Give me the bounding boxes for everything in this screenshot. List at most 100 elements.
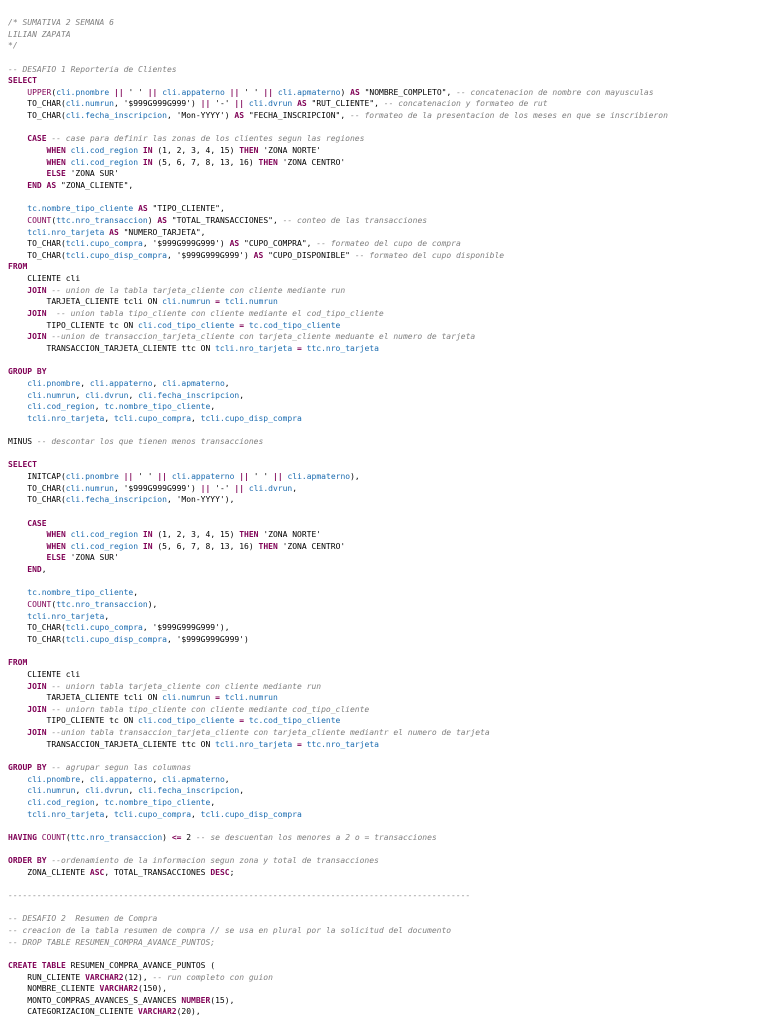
code-token: cli.fecha_inscripcion <box>138 786 240 796</box>
code-token: cli.pnombre <box>56 87 110 97</box>
code-line: ORDER BY --ordenamiento de la informacio… <box>8 855 760 867</box>
code-keyword: GROUP BY <box>8 367 47 377</box>
code-token: tc.nombre_tipo_cliente <box>27 588 134 598</box>
code-line: -- DESAFIO 1 Reporteria de Clientes <box>8 64 760 76</box>
code-line: CASE <box>8 518 760 530</box>
code-line: GROUP BY -- agrupar segun las columnas <box>8 762 760 774</box>
code-keyword: AS <box>157 215 167 225</box>
code-token: cli.pnombre <box>65 471 119 481</box>
code-line: END AS "ZONA_CLIENTE", <box>8 180 760 192</box>
code-token: cli.pnombre <box>27 774 81 784</box>
code-token: tcli.cupo_disp_compra <box>200 809 302 819</box>
code-token: cli.cod_tipo_cliente <box>138 320 235 330</box>
code-line: ZONA_CLIENTE ASC, TOTAL_TRANSACCIONES DE… <box>8 867 760 879</box>
code-token: , <box>80 774 90 784</box>
code-token: TO_CHAR( <box>8 634 66 644</box>
code-token: COUNT <box>27 600 52 610</box>
code-token: cli.cod_tipo_cliente <box>138 716 235 726</box>
code-line: INITCAP(cli.pnombre || ' ' || cli.appate… <box>8 471 760 483</box>
code-comment: -- agrupar segun las columnas <box>51 763 192 772</box>
code-keyword: JOIN <box>27 309 47 319</box>
code-keyword: AS <box>46 180 57 190</box>
code-token: , '$999G999G999') <box>166 250 254 260</box>
code-line: RUN_CLIENTE VARCHAR2(12), -- run complet… <box>8 972 760 984</box>
code-line: cli.pnombre, cli.appaterno, cli.apmatern… <box>8 378 760 390</box>
code-line: JOIN -- union de la tabla tarjeta_client… <box>8 285 760 297</box>
code-keyword: THEN <box>239 146 259 156</box>
code-token: cli.apmaterno <box>287 471 351 481</box>
code-token: ' ' <box>123 87 148 97</box>
code-line: cli.pnombre, cli.appaterno, cli.apmatern… <box>8 774 760 786</box>
code-token: cli.cod_region <box>70 146 139 156</box>
code-token: tcli.cupo_compra <box>65 239 143 249</box>
code-keyword: AS <box>234 111 245 121</box>
code-token: tcli.cupo_compra <box>65 623 143 633</box>
code-token: tcli.numrun <box>224 297 278 307</box>
code-token: , <box>80 378 90 388</box>
code-keyword: || <box>234 99 245 109</box>
code-keyword: END <box>27 180 42 190</box>
code-line: ----------------------------------------… <box>8 890 760 902</box>
code-token: , '$999G999G999') <box>166 634 249 644</box>
code-token: tcli.cupo_disp_compra <box>200 413 302 423</box>
code-line: COUNT(ttc.nro_transaccion), <box>8 599 760 611</box>
code-token: INITCAP( <box>8 471 66 481</box>
code-token: cli.dvrun <box>85 786 129 796</box>
code-token: "NUMERO_TARJETA", <box>118 227 206 237</box>
code-token: (5, 6, 7, 8, 13, 16) <box>152 541 259 551</box>
code-keyword: ASC <box>89 867 105 877</box>
code-token: CLIENTE cli <box>8 274 81 284</box>
code-line: MONTO_COMPRAS_AVANCES_S_AVANCES NUMBER(1… <box>8 995 760 1007</box>
code-comment: -- DROP TABLE RESUMEN_COMPRA_AVANCE_PUNT… <box>8 937 216 947</box>
code-comment: -- descontar los que tienen menos transa… <box>36 437 264 447</box>
code-line: NOMBRE_CLIENTE VARCHAR2(150), <box>8 983 760 995</box>
code-line: TO_CHAR(cli.numrun, '$999G999G999') || '… <box>8 483 760 495</box>
code-token: cli.fecha_inscripcion <box>65 111 167 121</box>
code-keyword: THEN <box>239 530 259 540</box>
code-keyword: JOIN <box>27 681 47 691</box>
code-line: FROM <box>8 657 760 669</box>
code-token: (20), <box>176 1007 201 1017</box>
code-keyword: IN <box>142 157 153 167</box>
code-token: ' ' <box>239 87 264 97</box>
code-keyword: JOIN <box>27 704 47 714</box>
code-token: TARJETA_CLIENTE tcli ON <box>8 693 163 703</box>
code-line: TO_CHAR(cli.fecha_inscripcion, 'Mon-YYYY… <box>8 494 760 506</box>
code-comment: -- concatenacion y formateo de rut <box>383 99 548 109</box>
code-token: cli.apmaterno <box>162 378 225 388</box>
code-token: TRANSACCION_TARJETA_CLIENTE ttc ON <box>8 739 216 749</box>
code-line: ELSE 'ZONA SUR' <box>8 552 760 564</box>
code-comment: -- concatenacion de nombre con mayuscula… <box>456 87 654 97</box>
code-token: tcli.nro_tarjeta <box>27 413 105 423</box>
code-token: "NOMBRE_COMPLETO", <box>359 87 457 97</box>
code-line: TO_CHAR(tcli.cupo_disp_compra, '$999G999… <box>8 634 760 646</box>
code-token: TRANSACCION_TARJETA_CLIENTE ttc ON <box>8 343 216 353</box>
code-line: tcli.nro_tarjeta, <box>8 611 760 623</box>
code-keyword: WHEN <box>46 541 66 551</box>
code-token: cli.numrun <box>27 786 76 796</box>
code-comment: -- case para definir las zonas de los cl… <box>51 134 365 144</box>
code-keyword: WHEN <box>46 146 66 156</box>
code-token: TO_CHAR( <box>8 99 66 109</box>
code-token: cli.numrun <box>65 483 114 493</box>
code-token: , <box>152 774 163 784</box>
code-line: tc.nombre_tipo_cliente, <box>8 587 760 599</box>
code-token: RESUMEN_COMPRA_AVANCE_PUNTOS ( <box>65 960 216 970</box>
code-token: , TOTAL_TRANSACCIONES <box>104 867 211 877</box>
code-token: , <box>104 809 114 819</box>
code-comment: --union de transaccion_tarjeta_cliente c… <box>51 332 476 342</box>
